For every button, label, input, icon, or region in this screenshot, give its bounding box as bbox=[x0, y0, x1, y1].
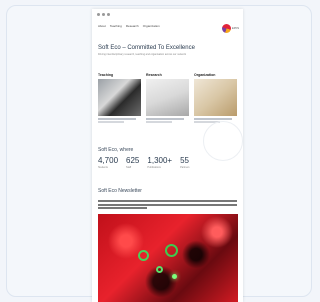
column-organization[interactable]: Organization bbox=[194, 73, 237, 123]
green-ring-icon bbox=[165, 244, 178, 257]
hero-subtitle: Driving interdisciplinary research, teac… bbox=[98, 53, 186, 56]
column-research[interactable]: Research bbox=[146, 73, 189, 123]
text-line bbox=[98, 203, 237, 206]
stat-item: 55 Partners bbox=[180, 156, 189, 169]
top-navigation: About Teaching Research Organization EPO… bbox=[98, 23, 239, 37]
stat-label: Students bbox=[98, 166, 108, 169]
nav-link-about[interactable]: About bbox=[98, 23, 106, 29]
stat-label: Partners bbox=[180, 166, 190, 169]
featured-text-block bbox=[98, 200, 237, 211]
nav-link-research[interactable]: Research bbox=[126, 23, 139, 29]
browser-controls bbox=[97, 13, 110, 16]
featured-image[interactable] bbox=[98, 214, 238, 302]
stat-label: Publications bbox=[147, 166, 161, 169]
text-line bbox=[146, 118, 184, 120]
stat-item: 1,300+ Publications bbox=[147, 156, 172, 169]
feature-columns: Teaching Research Organization bbox=[98, 73, 239, 123]
stat-value: 4,700 bbox=[98, 156, 119, 165]
stat-value: 625 bbox=[126, 156, 140, 165]
logo-mark-icon bbox=[222, 24, 232, 33]
hero-title: Soft Eco – Committed To Excellence bbox=[98, 45, 195, 51]
column-heading: Organization bbox=[194, 73, 216, 77]
organization-photo bbox=[194, 79, 237, 116]
nav-link-organization[interactable]: Organization bbox=[143, 23, 160, 29]
decorative-circle bbox=[203, 121, 243, 161]
stats-row: 4,700 Students 625 Staff 1,300+ Publicat… bbox=[98, 156, 239, 169]
nav-link-teaching[interactable]: Teaching bbox=[110, 23, 122, 29]
research-photo bbox=[146, 79, 189, 116]
stat-value: 55 bbox=[180, 156, 189, 165]
green-ring-icon bbox=[156, 266, 163, 273]
text-line bbox=[98, 207, 147, 209]
text-line bbox=[194, 118, 232, 120]
column-heading: Teaching bbox=[98, 73, 114, 77]
text-line bbox=[98, 118, 136, 120]
web-page-preview[interactable]: About Teaching Research Organization EPO… bbox=[92, 9, 243, 302]
green-light-icon bbox=[172, 274, 177, 279]
stats-heading: Soft Eco, where bbox=[98, 147, 134, 153]
logo-text: EPOS bbox=[232, 27, 239, 30]
stat-item: 625 Staff bbox=[126, 156, 139, 169]
green-ring-icon bbox=[138, 250, 149, 261]
text-line bbox=[98, 121, 124, 123]
column-heading: Research bbox=[146, 73, 162, 77]
featured-title: Soft Eco Newsletter bbox=[98, 188, 142, 194]
text-line bbox=[98, 200, 237, 202]
column-teaching[interactable]: Teaching bbox=[98, 73, 141, 123]
teaching-photo bbox=[98, 79, 141, 116]
text-line bbox=[146, 121, 172, 123]
stat-item: 4,700 Students bbox=[98, 156, 118, 169]
stat-value: 1,300+ bbox=[147, 156, 173, 165]
site-logo[interactable]: EPOS bbox=[222, 24, 239, 33]
stat-label: Staff bbox=[126, 166, 132, 169]
